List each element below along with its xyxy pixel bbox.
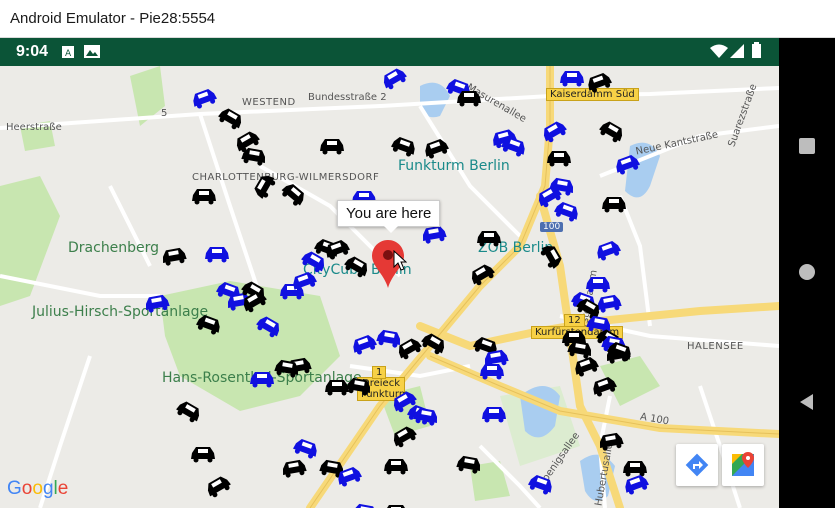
road-label: Heerstraße bbox=[6, 122, 62, 133]
image-icon bbox=[84, 45, 100, 58]
mouse-cursor-icon bbox=[393, 250, 407, 271]
taxi-car-icon bbox=[480, 364, 504, 380]
taxi-car-icon bbox=[457, 91, 481, 107]
notification-a-icon: A bbox=[62, 46, 74, 58]
taxi-car-icon bbox=[547, 151, 571, 167]
district-label: WESTEND bbox=[242, 97, 296, 108]
poi-label: Funkturm Berlin bbox=[398, 158, 510, 174]
taxi-car-icon bbox=[320, 139, 344, 155]
taxi-car-icon bbox=[384, 459, 408, 475]
taxi-car-icon bbox=[482, 407, 506, 423]
park-label: Julius-Hirsch-Sportanlage bbox=[32, 304, 209, 320]
wifi-icon bbox=[710, 44, 728, 58]
taxi-car-icon bbox=[205, 247, 229, 263]
svg-text:A: A bbox=[65, 49, 72, 58]
home-circle-icon[interactable] bbox=[797, 262, 817, 282]
open-in-maps-button[interactable] bbox=[722, 444, 764, 486]
taxi-car-icon bbox=[602, 197, 626, 213]
back-triangle-icon[interactable] bbox=[797, 392, 817, 412]
exit-shield: 1 bbox=[372, 366, 387, 379]
status-bar: 9:04 A bbox=[0, 38, 779, 66]
route-shield: 100 bbox=[540, 222, 564, 232]
road-label: 5 bbox=[161, 108, 168, 119]
map-view[interactable]: Bundesstraße 2 Heerstraße Masurenallee N… bbox=[0, 66, 779, 508]
window-titlebar: Android Emulator - Pie28:5554 bbox=[0, 0, 835, 38]
marker-tooltip[interactable]: You are here bbox=[337, 200, 441, 233]
window-title: Android Emulator - Pie28:5554 bbox=[10, 10, 216, 27]
google-logo: Google bbox=[7, 478, 69, 499]
exit-shield: 12 bbox=[564, 314, 585, 327]
cell-signal-icon bbox=[730, 44, 744, 58]
battery-icon bbox=[752, 42, 761, 58]
recents-square-icon[interactable] bbox=[797, 136, 817, 156]
park-label: Drachenberg bbox=[68, 240, 160, 256]
status-time: 9:04 bbox=[16, 43, 49, 60]
directions-icon bbox=[685, 453, 709, 477]
taxi-car-icon bbox=[192, 189, 216, 205]
taxi-car-icon bbox=[477, 231, 501, 247]
taxi-car-icon bbox=[250, 372, 274, 388]
android-nav-bar bbox=[779, 66, 835, 508]
taxi-car-icon bbox=[387, 505, 405, 508]
google-maps-icon bbox=[732, 452, 754, 476]
taxi-car-icon bbox=[191, 447, 215, 463]
road-label: Bundesstraße 2 bbox=[308, 92, 387, 103]
directions-button[interactable] bbox=[676, 444, 718, 486]
district-label: HALENSEE bbox=[687, 341, 744, 352]
